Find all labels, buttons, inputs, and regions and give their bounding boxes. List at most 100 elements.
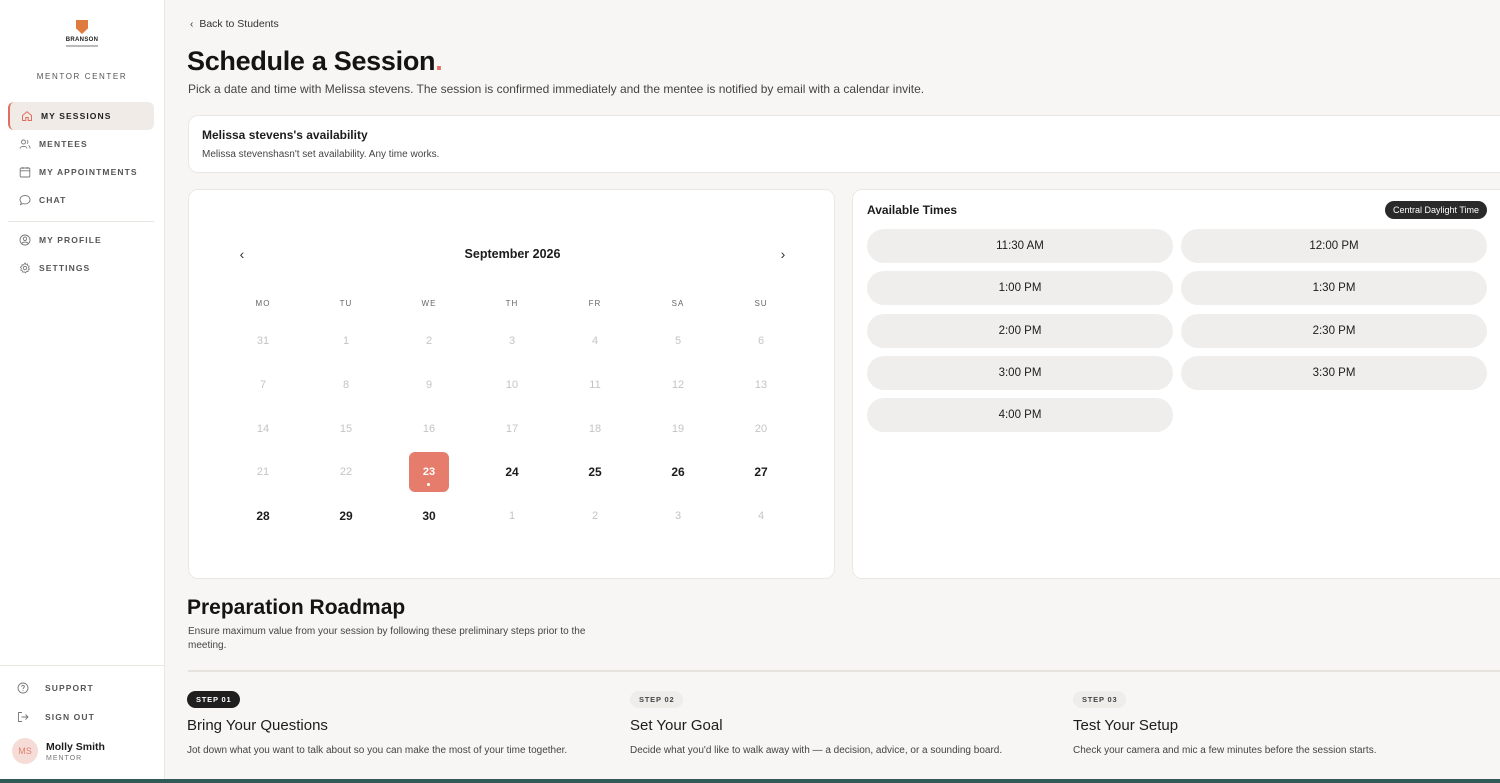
time-slot-button[interactable]: 2:00 PM xyxy=(867,313,1173,348)
calendar-day-disabled: 6 xyxy=(757,335,765,347)
mentor-center-label: MENTOR CENTER xyxy=(36,72,128,81)
weekday-label: SA xyxy=(671,299,685,308)
step-title: Bring Your Questions xyxy=(187,717,328,734)
calendar-day-disabled: 17 xyxy=(505,423,519,435)
sidebar-item-my-profile[interactable]: MY PROFILE xyxy=(8,226,154,254)
sidebar-item-my-sessions[interactable]: MY SESSIONS xyxy=(8,102,154,130)
users-icon xyxy=(18,138,31,151)
page-title: Schedule a Session. xyxy=(187,46,443,77)
next-month-button[interactable]: › xyxy=(775,246,791,262)
calendar-day-disabled: 4 xyxy=(591,335,599,347)
weekday-label: TU xyxy=(339,299,353,308)
calendar-day[interactable]: 27 xyxy=(741,452,781,492)
calendar-day-disabled: 16 xyxy=(422,423,436,435)
calendar-day-disabled: 11 xyxy=(589,379,601,391)
calendar-day-disabled: 8 xyxy=(342,379,350,391)
calendar-day[interactable]: 28 xyxy=(243,496,283,536)
bottom-frame-strip xyxy=(0,779,1500,783)
calendar-day-selected[interactable]: 23 xyxy=(409,452,449,492)
time-slot-button[interactable]: 2:30 PM xyxy=(1181,313,1487,348)
calendar-day-disabled: 2 xyxy=(425,335,433,347)
time-slot-button[interactable]: 3:00 PM xyxy=(867,355,1173,390)
calendar-day-disabled: 3 xyxy=(508,335,516,347)
calendar-day-disabled: 10 xyxy=(505,379,519,391)
calendar-card: ‹ September 2026 › MO TU WE TH FR SA SU 31 1 2 3 4 5… xyxy=(188,189,835,579)
calendar-day-disabled: 5 xyxy=(674,335,682,347)
back-link-label: Back to Students xyxy=(199,18,279,30)
calendar-day-disabled: 3 xyxy=(674,510,682,522)
calendar-day-disabled: 9 xyxy=(425,379,433,391)
sign-out-icon xyxy=(16,710,29,723)
calendar-day-disabled: 22 xyxy=(339,466,353,478)
page-subtitle: Pick a date and time with Melissa steven… xyxy=(188,82,925,96)
sidebar-item-label: SETTINGS xyxy=(39,263,91,273)
back-to-students-link[interactable]: ‹ Back to Students xyxy=(190,18,279,30)
weekday-label: TH xyxy=(505,299,519,308)
sidebar-divider xyxy=(8,221,154,222)
calendar-day-disabled: 14 xyxy=(256,423,270,435)
sidebar-item-label: CHAT xyxy=(39,195,67,205)
available-times-title: Available Times xyxy=(867,203,958,217)
sidebar-item-chat[interactable]: CHAT xyxy=(8,186,154,214)
user-profile[interactable]: MS Molly Smith MENTOR xyxy=(12,738,105,764)
sign-out-link[interactable]: SIGN OUT xyxy=(16,710,95,723)
available-times-card: Available Times Central Daylight Time 11… xyxy=(852,189,1500,579)
user-role: MENTOR xyxy=(46,754,83,762)
weekday-label: WE xyxy=(421,299,437,308)
brand-name: BRANSON xyxy=(65,37,99,43)
step-description: Jot down what you want to talk about so … xyxy=(187,745,568,756)
help-circle-icon xyxy=(16,681,29,694)
roadmap-title: Preparation Roadmap xyxy=(187,596,406,619)
time-slot-button[interactable]: 1:30 PM xyxy=(1181,271,1487,306)
time-slot-button[interactable]: 11:30 AM xyxy=(867,229,1173,263)
time-slot-button[interactable]: 3:30 PM xyxy=(1181,355,1487,390)
shield-logo-icon xyxy=(76,20,88,34)
availability-text: Melissa stevenshasn't set availability. … xyxy=(202,149,440,160)
calendar-day-disabled: 20 xyxy=(754,423,768,435)
branson-logo[interactable]: BRANSON xyxy=(62,20,102,47)
time-slot-button[interactable]: 4:00 PM xyxy=(867,398,1173,433)
title-accent-dot: . xyxy=(435,46,443,76)
step-badge: STEP 02 xyxy=(630,691,684,708)
home-icon xyxy=(20,110,33,123)
chat-icon xyxy=(18,194,31,207)
step-title: Set Your Goal xyxy=(630,717,723,734)
calendar-day[interactable]: 24 xyxy=(492,452,532,492)
profile-icon xyxy=(18,234,31,247)
calendar-day-disabled: 19 xyxy=(671,423,685,435)
sign-out-label: SIGN OUT xyxy=(45,711,95,722)
sidebar-item-settings[interactable]: SETTINGS xyxy=(8,254,154,282)
calendar-day[interactable]: 29 xyxy=(326,496,366,536)
sidebar: BRANSON MENTOR CENTER MY SESSIONS MENTEE… xyxy=(0,0,165,783)
roadmap-divider xyxy=(188,670,1500,672)
time-slot-button[interactable]: 1:00 PM xyxy=(867,271,1173,306)
sidebar-item-label: MENTEES xyxy=(39,139,88,149)
user-name: Molly Smith xyxy=(46,740,105,753)
calendar-day[interactable]: 26 xyxy=(658,452,698,492)
calendar-day-disabled: 1 xyxy=(508,510,516,522)
calendar-day[interactable]: 25 xyxy=(575,452,615,492)
step-description: Check your camera and mic a few minutes … xyxy=(1073,745,1377,756)
calendar-day-disabled: 21 xyxy=(256,466,270,478)
support-link[interactable]: SUPPORT xyxy=(16,681,94,694)
logo-subline xyxy=(66,45,98,47)
gear-icon xyxy=(18,262,31,275)
step-description: Decide what you'd like to walk away with… xyxy=(630,745,1003,756)
sidebar-bottom-divider xyxy=(0,665,164,666)
avatar: MS xyxy=(12,738,38,764)
calendar-icon xyxy=(18,166,31,179)
sidebar-item-my-appointments[interactable]: MY APPOINTMENTS xyxy=(8,158,154,186)
calendar-day-disabled: 4 xyxy=(757,510,765,522)
weekday-label: FR xyxy=(588,299,602,308)
availability-title: Melissa stevens's availability xyxy=(202,128,368,142)
time-slot-button[interactable]: 12:00 PM xyxy=(1181,229,1487,263)
sidebar-item-label: MY PROFILE xyxy=(39,235,102,245)
calendar-day-disabled: 18 xyxy=(588,423,602,435)
calendar-day-disabled: 31 xyxy=(256,335,270,347)
weekday-label: MO xyxy=(255,299,271,308)
calendar-day[interactable]: 30 xyxy=(409,496,449,536)
calendar-day-disabled: 12 xyxy=(671,379,685,391)
step-badge: STEP 03 xyxy=(1073,691,1127,708)
sidebar-item-mentees[interactable]: MENTEES xyxy=(8,130,154,158)
step-badge: STEP 01 xyxy=(187,691,241,708)
